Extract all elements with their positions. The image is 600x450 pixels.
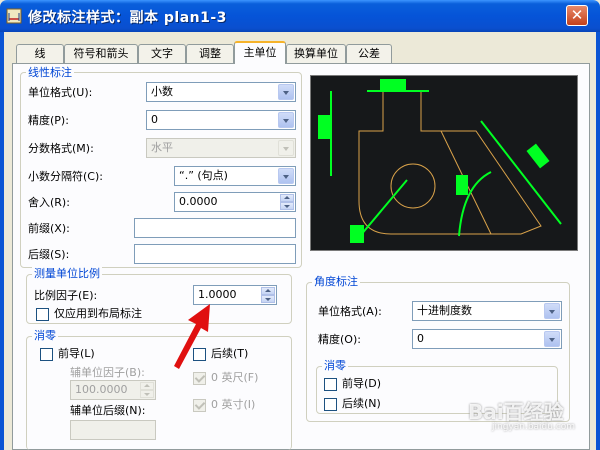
dim-text-aligned (526, 143, 550, 169)
scale-factor-label: 比例因子(E): (34, 289, 98, 302)
unit-format-label: 单位格式(U): (28, 86, 93, 99)
fraction-format-value: 水平 (151, 141, 173, 154)
sub-unit-suffix-label: 辅单位后缀(N): (70, 404, 146, 417)
spin-down-icon[interactable] (261, 295, 275, 303)
decimal-separator-select[interactable]: “.” (句点) (174, 166, 296, 186)
zero-suppression-title: 消零 (32, 329, 58, 342)
sub-unit-factor-label: 辅单位因子(B): (70, 366, 145, 379)
close-button[interactable]: ✕ (566, 5, 588, 26)
chevron-down-icon[interactable] (544, 303, 560, 319)
decimal-separator-value: “.” (句点) (179, 169, 228, 182)
spin-down-icon (140, 390, 154, 398)
fraction-format-select: 水平 (146, 138, 296, 158)
angular-precision-value: 0 (417, 332, 424, 345)
angular-trailing-label: 后续(N) (342, 397, 381, 410)
angular-dimensions-title: 角度标注 (312, 275, 360, 288)
linear-dimensions-title: 线性标注 (26, 66, 74, 79)
unit-format-value: 小数 (151, 85, 173, 98)
suffix-label: 后缀(S): (28, 248, 70, 261)
angular-unit-format-select[interactable]: 十进制度数 (412, 301, 562, 321)
decimal-separator-label: 小数分隔符(C): (28, 170, 103, 183)
spin-down-icon[interactable] (280, 202, 294, 210)
dim-text-left (318, 115, 330, 139)
tab-lines[interactable]: 线 (16, 44, 64, 63)
round-off-input[interactable]: 0.0000 (174, 192, 296, 212)
dim-text-top (380, 79, 406, 91)
spin-up-icon[interactable] (280, 194, 294, 202)
arrow-shape (174, 304, 210, 369)
spinner (140, 382, 154, 398)
zero-feet-label: 0 英尺(F) (211, 371, 259, 384)
dim-line-aligned (480, 120, 562, 225)
watermark-logo: Bai百经验 (468, 400, 564, 424)
suffix-input[interactable] (134, 244, 296, 264)
angular-precision-label: 精度(O): (318, 333, 361, 346)
spinner[interactable] (261, 287, 275, 303)
leading-label: 前导(L) (58, 347, 95, 360)
fraction-format-label: 分数格式(M): (28, 142, 94, 155)
chevron-down-icon[interactable] (278, 112, 294, 128)
measurement-scale-title: 测量单位比例 (32, 267, 102, 280)
preview-dimensions (318, 79, 562, 243)
leading-checkbox[interactable] (40, 348, 53, 361)
angular-leading-label: 前导(D) (342, 377, 382, 390)
preview-hole (390, 163, 436, 209)
sub-unit-factor-input: 100.0000 (70, 380, 156, 400)
tab-symbols-arrows[interactable]: 符号和箭头 (64, 44, 138, 63)
spin-up-icon[interactable] (261, 287, 275, 295)
tab-tolerances[interactable]: 公差 (346, 44, 392, 63)
watermark-url: jingyan.baidu.com (492, 422, 576, 432)
sub-unit-suffix-input (70, 420, 156, 440)
spin-up-icon (140, 382, 154, 390)
layout-only-label: 仅应用到布局标注 (54, 307, 142, 320)
spinner[interactable] (280, 194, 294, 210)
window-title: 修改标注样式：副本 plan1-3 (28, 10, 227, 26)
zero-feet-checkbox (193, 372, 206, 385)
precision-select[interactable]: 0 (146, 110, 296, 130)
precision-label: 精度(P): (28, 114, 69, 127)
chevron-down-icon[interactable] (278, 84, 294, 100)
window-frame-left (0, 32, 4, 450)
dimension-preview (310, 75, 578, 251)
angular-unit-format-value: 十进制度数 (417, 304, 472, 317)
angular-zero-suppression-title: 消零 (322, 359, 348, 372)
layout-only-checkbox[interactable] (36, 308, 49, 321)
dimension-style-icon (6, 8, 22, 24)
tab-fit[interactable]: 调整 (186, 44, 234, 63)
preview-drawing (318, 79, 562, 243)
red-arrow-annotation (174, 304, 210, 369)
title-bar: 修改标注样式：副本 plan1-3 ✕ (0, 0, 600, 32)
dim-text-angular (456, 175, 468, 195)
angular-unit-format-label: 单位格式(A): (318, 305, 382, 318)
tab-text[interactable]: 文字 (138, 44, 186, 63)
angular-precision-select[interactable]: 0 (412, 329, 562, 349)
window-frame-right (596, 32, 600, 450)
round-off-label: 舍入(R): (28, 196, 70, 209)
zero-inch-checkbox (193, 399, 206, 412)
chevron-down-icon[interactable] (278, 168, 294, 184)
chevron-down-icon (278, 140, 294, 156)
chevron-down-icon[interactable] (544, 331, 560, 347)
unit-format-select[interactable]: 小数 (146, 82, 296, 102)
zero-inch-label: 0 英寸(I) (211, 398, 256, 411)
prefix-label: 前缀(X): (28, 222, 70, 235)
angular-trailing-checkbox[interactable] (324, 398, 337, 411)
sub-unit-factor-value: 100.0000 (75, 383, 128, 396)
tab-primary-units[interactable]: 主单位 (234, 41, 286, 64)
angular-leading-checkbox[interactable] (324, 378, 337, 391)
prefix-input[interactable] (134, 218, 296, 238)
precision-value: 0 (151, 113, 158, 126)
tab-alternate-units[interactable]: 换算单位 (286, 44, 346, 63)
dim-text-radius (350, 225, 364, 243)
round-off-value: 0.0000 (179, 195, 218, 208)
